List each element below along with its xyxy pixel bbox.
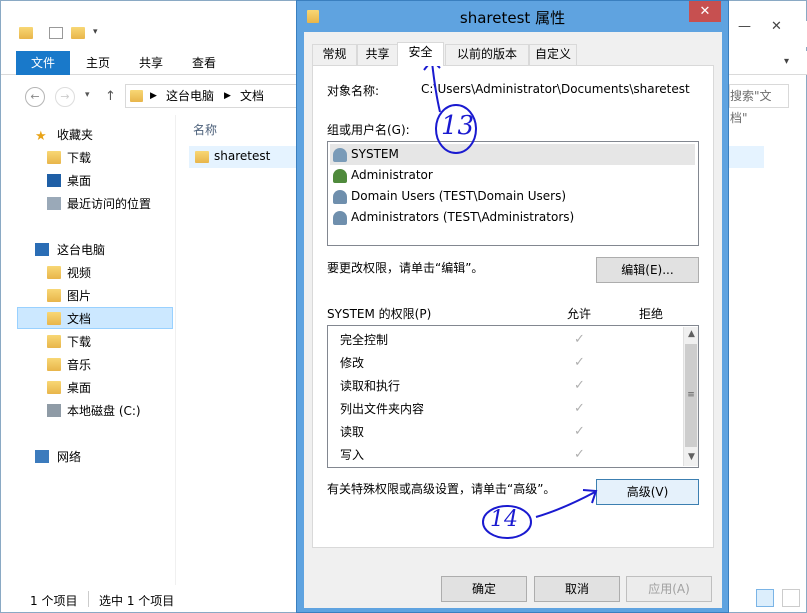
annotation-label-13: 13	[441, 111, 475, 141]
annotation-arrow-13	[431, 61, 441, 113]
tab-security[interactable]: 安全	[397, 42, 444, 66]
annotation-label-14: 14	[490, 507, 518, 532]
annotation-layer	[423, 58, 598, 539]
annotation-arrow-14	[535, 491, 596, 518]
